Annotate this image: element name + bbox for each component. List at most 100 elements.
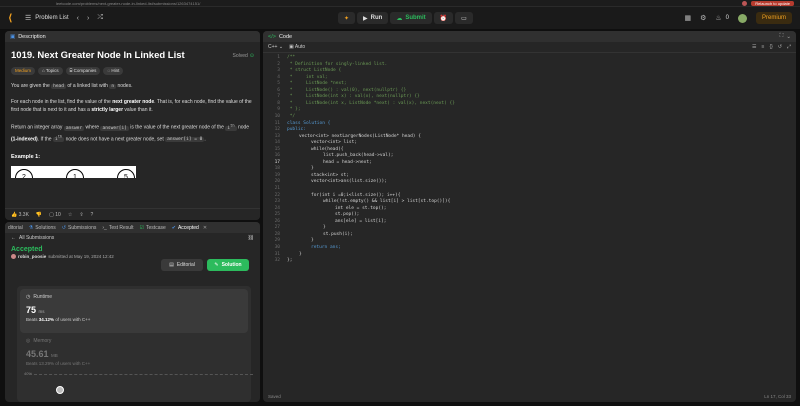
code-text: * ListNode(int x, ListNode *next) : val(… (287, 100, 455, 106)
all-submissions-link[interactable]: All Submissions (19, 235, 54, 241)
code-line[interactable]: 31} (263, 252, 796, 258)
like-button[interactable]: 👍 3.3K (11, 212, 29, 218)
tab-submissions[interactable]: ↺ Submissions (62, 225, 97, 231)
code-text: * int val; (287, 74, 328, 80)
link-icon[interactable]: ⛓ (248, 235, 254, 241)
code-line[interactable]: 22 for(int i =0;i<list.size(); i++){ (263, 193, 796, 199)
code-line[interactable]: 1 /** (263, 55, 796, 61)
username[interactable]: robin_poosie (18, 254, 46, 259)
editorial-button[interactable]: ▤ Editorial (161, 259, 203, 271)
code-line[interactable]: 29} (263, 238, 796, 244)
streak-counter[interactable]: ♨ 0 (715, 14, 729, 22)
companies-tag[interactable]: ⌸ Companies (65, 67, 101, 75)
code-line[interactable]: 28 st.push(i); (263, 232, 796, 238)
difficulty-tag[interactable]: Medium (11, 67, 36, 75)
star-icon[interactable]: ☆ (68, 212, 72, 218)
leetcode-logo-icon[interactable]: ⟨ (8, 13, 17, 24)
code-line[interactable]: 4 * int val; (263, 75, 796, 81)
code-line[interactable]: 3 * struct ListNode { (263, 68, 796, 74)
code-line[interactable]: 25 st.pop(); (263, 212, 796, 218)
chevron-right-icon[interactable]: › (87, 15, 89, 22)
browser-url[interactable]: leetcode.com/problems/next-greater-node-… (56, 1, 356, 6)
inline-code: head (51, 84, 66, 89)
code-line[interactable]: 2 * Definition for singly-linked list. (263, 62, 796, 68)
tab-testcase[interactable]: ☑ Testcase (140, 225, 166, 231)
problem-list-button[interactable]: ☰ Problem List (25, 14, 69, 22)
code-line[interactable]: 12 public: (263, 127, 796, 133)
shuffle-icon[interactable]: ⤮ (97, 14, 103, 22)
auto-toggle[interactable]: ▣ Auto (289, 44, 305, 50)
code-line[interactable]: 23 while(!st.empty() && list[i] > list[st… (263, 199, 796, 205)
code-editor[interactable]: 1 /** 2 * Definition for singly-linked lis… (263, 55, 796, 385)
code-text: } (299, 251, 302, 257)
text: where (85, 124, 100, 131)
code-text: * struct ListNode { (287, 68, 342, 74)
user-avatar[interactable] (737, 13, 747, 23)
comments-button[interactable]: ▢ 10 (49, 212, 61, 218)
code-line[interactable]: 18} (263, 166, 796, 172)
submit-button[interactable]: ☁ Submit (390, 12, 432, 24)
line-number: 21 (274, 186, 280, 191)
solution-button[interactable]: ✎ Solution (207, 259, 249, 271)
braces-icon[interactable]: {} (769, 44, 772, 50)
runtime-card[interactable]: ◷ Runtime 75 ms Beats 34.12% of users wit… (20, 289, 248, 333)
browser-update-button[interactable]: Relaunch to update (751, 0, 794, 6)
description-tab[interactable]: ▣ Description (5, 31, 260, 42)
problem-tags: Medium ⌂ Topics ⌸ Companies ◌ Hint (11, 67, 254, 75)
language-select[interactable]: C++ ⌄ (268, 44, 283, 50)
code-line[interactable]: 10 */ (263, 114, 796, 120)
tab-solutions[interactable]: ⚗ Solutions (29, 225, 56, 231)
browser-profile-avatar[interactable] (742, 0, 748, 6)
tab-accepted[interactable]: ✔ Accepted ✕ (172, 225, 207, 231)
tab-editorial[interactable]: ditorial (8, 225, 23, 231)
topics-tag[interactable]: ⌂ Topics (38, 67, 63, 75)
memory-card[interactable]: ◎ Memory 45.61 MB Beats 13.29% of users w… (26, 338, 246, 366)
line-number: 24 (274, 205, 280, 211)
code-line[interactable]: 15 while(head){ (263, 147, 796, 153)
code-line[interactable]: 16 list.push_back(head->val); (263, 153, 796, 159)
code-line[interactable]: 5 * ListNode *next; (263, 81, 796, 87)
code-line[interactable]: 14 vector<int> list; (263, 140, 796, 146)
code-line[interactable]: 32}; (263, 258, 796, 264)
debug-button[interactable]: ✦ (338, 12, 356, 24)
expand-icon[interactable]: ⤢ (787, 44, 791, 50)
settings-icon[interactable]: ⚙ (700, 14, 706, 22)
chevron-left-icon[interactable]: ‹ (77, 15, 79, 22)
hint-tag[interactable]: ◌ Hint (103, 67, 124, 75)
companies-label: Companies (73, 68, 97, 73)
maximize-icon[interactable]: ⛶ (780, 33, 784, 40)
check-icon: ✔ (171, 224, 176, 231)
code-line[interactable]: 9 * }; (263, 107, 796, 113)
premium-button[interactable]: Premium (755, 12, 792, 24)
example-node: 1 (66, 169, 84, 178)
code-line[interactable]: 11 class Solution { (263, 121, 796, 127)
help-icon[interactable]: ? (91, 212, 94, 218)
notes-button[interactable]: ▭ (455, 12, 473, 24)
code-line[interactable]: 26 ans[ele] = list[i]; (263, 219, 796, 225)
run-button[interactable]: ▶ Run (357, 12, 389, 24)
close-icon[interactable]: ✕ (203, 225, 207, 231)
terminal-icon: ›_ (102, 224, 107, 231)
chevron-down-icon[interactable]: ⌄ (786, 34, 791, 40)
code-line[interactable]: 13 vector<int> nextLargerNodes(ListNode* … (263, 134, 796, 140)
arrow-left-icon[interactable]: ← (11, 235, 16, 241)
layout-icon[interactable]: ▦ (684, 14, 691, 22)
reset-icon[interactable]: ↺ (778, 44, 782, 50)
code-line[interactable]: 30 return ans; (263, 245, 796, 251)
code-line[interactable]: 17 head = head->next; (263, 160, 796, 166)
bookmark-icon[interactable]: ☰ (752, 44, 756, 50)
format-icon[interactable]: ≡ (762, 44, 765, 50)
thumbs-down-icon[interactable]: 👎 (36, 212, 42, 218)
share-icon[interactable]: ⇪ (79, 212, 83, 218)
code-line[interactable]: 7 * ListNode(int x) : val(x), next(nullp… (263, 94, 796, 100)
code-line[interactable]: 27} (263, 225, 796, 231)
code-line[interactable]: 8 * ListNode(int x, ListNode *next) : va… (263, 101, 796, 107)
code-line[interactable]: 19 stack<int> st; (263, 173, 796, 179)
tab-test-result[interactable]: ›_ Test Result (102, 225, 133, 231)
code-line[interactable]: 21 (263, 186, 796, 192)
code-line[interactable]: 6 * ListNode() : val(0), next(nullptr) {… (263, 88, 796, 94)
code-line[interactable]: 24 int ele = st.top(); (263, 206, 796, 212)
code-line[interactable]: 20 vector<int>ans(list.size()); (263, 179, 796, 185)
user-position-marker[interactable] (56, 386, 64, 394)
timer-button[interactable]: ⏰ (433, 12, 454, 24)
